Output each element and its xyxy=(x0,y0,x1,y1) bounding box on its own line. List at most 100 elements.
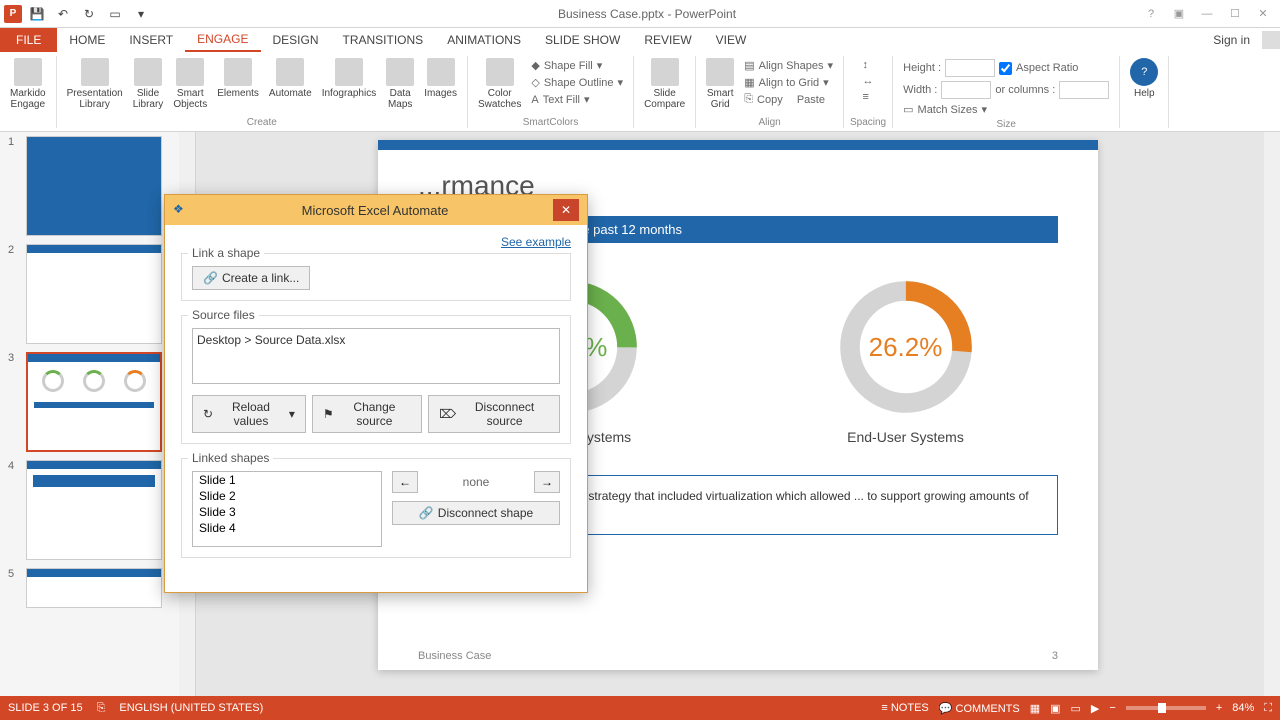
prev-shape-button[interactable]: ← xyxy=(392,471,418,493)
linked-shapes-fieldset: Linked shapes Slide 1 Slide 2 Slide 3 Sl… xyxy=(181,458,571,558)
height-row: Height : Aspect Ratio xyxy=(901,58,1111,78)
width-input[interactable] xyxy=(941,81,991,99)
color-swatches-button[interactable]: Color Swatches xyxy=(474,56,525,114)
dialog-titlebar[interactable]: ❖ Microsoft Excel Automate ✕ xyxy=(165,195,587,225)
linked-shapes-listbox[interactable]: Slide 1 Slide 2 Slide 3 Slide 4 xyxy=(192,471,382,547)
ribbon-options-icon[interactable]: ▣ xyxy=(1166,4,1192,24)
tab-design[interactable]: DESIGN xyxy=(261,28,331,52)
tab-transitions[interactable]: TRANSITIONS xyxy=(331,28,436,52)
group-align: Align xyxy=(758,117,780,128)
data-maps-button[interactable]: Data Maps xyxy=(382,56,418,114)
spellcheck-icon[interactable]: ⎘ xyxy=(97,702,106,715)
dialog-title: Microsoft Excel Automate xyxy=(197,203,553,218)
close-icon[interactable]: ✕ xyxy=(1250,4,1276,24)
group-size: Size xyxy=(996,119,1015,130)
notes-button[interactable]: ≡ NOTES xyxy=(881,702,928,714)
tab-animations[interactable]: ANIMATIONS xyxy=(435,28,533,52)
shape-nav-label: none xyxy=(422,475,530,489)
list-item[interactable]: Slide 3 xyxy=(193,504,381,520)
avatar-icon[interactable] xyxy=(1262,31,1280,49)
view-reading-icon[interactable]: ▭ xyxy=(1071,702,1081,715)
list-item[interactable]: Slide 2 xyxy=(193,488,381,504)
reload-values-button[interactable]: ↻ Reload values ▾ xyxy=(192,395,306,433)
infographics-button[interactable]: Infographics xyxy=(318,56,380,114)
language-status[interactable]: ENGLISH (UNITED STATES) xyxy=(119,702,263,714)
align-grid-button[interactable]: ▦ Align to Grid ▾ xyxy=(742,75,835,90)
fit-icon[interactable]: ⛶ xyxy=(1264,702,1272,715)
shape-outline-button[interactable]: ◇ Shape Outline ▾ xyxy=(529,75,625,90)
view-sorter-icon[interactable]: ▣ xyxy=(1050,702,1060,715)
footer-right: 3 xyxy=(1052,650,1058,662)
zoom-slider[interactable] xyxy=(1126,706,1206,710)
slide-library-button[interactable]: Slide Library xyxy=(129,56,168,114)
smart-grid-button[interactable]: Smart Grid xyxy=(702,56,738,114)
window-title: Business Case.pptx - PowerPoint xyxy=(156,7,1138,21)
text-fill-button[interactable]: A Text Fill ▾ xyxy=(529,92,625,107)
comments-button[interactable]: 💬 COMMENTS xyxy=(939,702,1020,715)
automate-button[interactable]: Automate xyxy=(265,56,316,114)
presentation-library-button[interactable]: Presentation Library xyxy=(63,56,127,114)
elements-button[interactable]: Elements xyxy=(213,56,263,114)
help-icon[interactable]: ? xyxy=(1138,4,1164,24)
create-link-button[interactable]: 🔗 Create a link... xyxy=(192,266,310,290)
copy-paste-row[interactable]: ⎘ Copy Paste xyxy=(742,92,835,107)
list-item[interactable]: Slide 4 xyxy=(193,520,381,536)
width-row: Width : or columns : xyxy=(901,80,1111,100)
view-normal-icon[interactable]: ▦ xyxy=(1030,702,1040,715)
footer-left: Business Case xyxy=(418,650,491,662)
tab-engage[interactable]: ENGAGE xyxy=(185,28,260,52)
undo-icon[interactable]: ↶ xyxy=(52,3,74,25)
disconnect-shape-button[interactable]: 🔗 Disconnect shape xyxy=(392,501,560,525)
status-bar: SLIDE 3 OF 15 ⎘ ENGLISH (UNITED STATES) … xyxy=(0,696,1280,720)
zoom-level[interactable]: 84% xyxy=(1232,702,1254,714)
aspect-checkbox[interactable] xyxy=(999,62,1012,75)
disconnect-source-button[interactable]: ⌦ Disconnect source xyxy=(428,395,560,433)
smart-objects-button[interactable]: Smart Objects xyxy=(169,56,211,114)
automate-dialog: ❖ Microsoft Excel Automate ✕ See example… xyxy=(164,194,588,593)
tab-view[interactable]: VIEW xyxy=(704,28,759,52)
touch-icon[interactable]: ▭ xyxy=(104,3,126,25)
source-files-fieldset: Source files ↻ Reload values ▾ ⚑ Change … xyxy=(181,315,571,444)
tab-home[interactable]: HOME xyxy=(57,28,117,52)
slide-compare-button[interactable]: Slide Compare xyxy=(640,56,689,114)
markido-engage-button[interactable]: Markido Engage xyxy=(6,56,50,114)
group-smartcolors: SmartColors xyxy=(523,117,579,128)
zoom-out-icon[interactable]: − xyxy=(1109,702,1115,714)
minimize-icon[interactable]: — xyxy=(1194,4,1220,24)
shape-fill-button[interactable]: ◆ Shape Fill ▾ xyxy=(529,58,625,73)
cols-input[interactable] xyxy=(1059,81,1109,99)
title-bar: P 💾 ↶ ↻ ▭ ▾ Business Case.pptx - PowerPo… xyxy=(0,0,1280,28)
save-icon[interactable]: 💾 xyxy=(26,3,48,25)
dialog-icon: ❖ xyxy=(173,202,189,218)
file-tab[interactable]: FILE xyxy=(0,28,57,52)
change-source-button[interactable]: ⚑ Change source xyxy=(312,395,422,433)
match-sizes-button[interactable]: ▭ Match Sizes ▾ xyxy=(901,102,1111,117)
next-shape-button[interactable]: → xyxy=(534,471,560,493)
redo-icon[interactable]: ↻ xyxy=(78,3,100,25)
canvas-scrollbar[interactable] xyxy=(1264,132,1280,696)
group-spacing: Spacing xyxy=(850,117,886,128)
align-shapes-button[interactable]: ▤ Align Shapes ▾ xyxy=(742,58,835,73)
view-slideshow-icon[interactable]: ▶ xyxy=(1091,702,1099,715)
link-shape-fieldset: Link a shape 🔗 Create a link... xyxy=(181,253,571,301)
spacing-h-button[interactable]: ↕ xyxy=(861,58,876,72)
images-button[interactable]: Images xyxy=(420,56,461,114)
group-create: Create xyxy=(247,117,277,128)
tab-review[interactable]: REVIEW xyxy=(632,28,703,52)
slide-counter[interactable]: SLIDE 3 OF 15 xyxy=(8,702,83,714)
app-icon: P xyxy=(4,5,22,23)
help-button[interactable]: ?Help xyxy=(1126,56,1162,114)
spacing-v-button[interactable]: ↔ xyxy=(861,74,876,88)
dialog-close-button[interactable]: ✕ xyxy=(553,199,579,221)
tab-insert[interactable]: INSERT xyxy=(117,28,185,52)
list-item[interactable]: Slide 1 xyxy=(193,472,381,488)
source-files-textbox[interactable] xyxy=(192,328,560,384)
tab-slideshow[interactable]: SLIDE SHOW xyxy=(533,28,632,52)
height-input[interactable] xyxy=(945,59,995,77)
signin-link[interactable]: Sign in xyxy=(1205,33,1258,47)
zoom-in-icon[interactable]: + xyxy=(1216,702,1222,714)
qat-more-icon[interactable]: ▾ xyxy=(130,3,152,25)
maximize-icon[interactable]: ☐ xyxy=(1222,4,1248,24)
spacing-eq-button[interactable]: ≡ xyxy=(861,90,876,104)
ribbon-tabs: FILE HOME INSERT ENGAGE DESIGN TRANSITIO… xyxy=(0,28,1280,52)
